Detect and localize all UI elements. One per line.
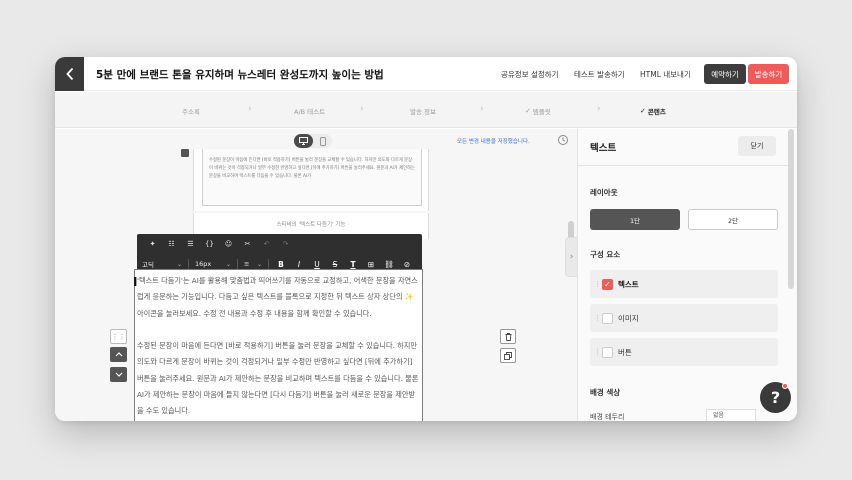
panel-collapse-button[interactable]: › xyxy=(565,237,577,277)
strikethrough-icon[interactable]: S xyxy=(326,260,344,269)
chevron-right-icon: › xyxy=(480,104,484,114)
device-toggle xyxy=(294,134,332,148)
checkbox-text[interactable]: ✓ xyxy=(602,278,613,290)
image-toolbar-icon[interactable] xyxy=(181,149,189,157)
editor-canvas: 모든 변경 내용을 저장했습니다. 수정된 문장이 마음에 든다면 [바로 적용… xyxy=(55,129,577,421)
share-settings-link[interactable]: 공유정보 설정하기 xyxy=(501,69,559,80)
component-item-image[interactable]: ⋮⋮ 이미지 xyxy=(590,304,778,332)
chevron-right-icon: › xyxy=(248,104,252,114)
drag-handle-icon[interactable]: ⋮⋮ xyxy=(110,329,127,344)
step-addressbook[interactable]: 주소록 xyxy=(182,106,200,116)
bg-color-label: 배경 색상 xyxy=(590,388,621,397)
drag-handle-icon[interactable]: ⋮⋮ xyxy=(594,314,607,322)
paragraph-2[interactable]: 수정된 문장이 마음에 든다면 [바로 적용하기] 버튼을 눌러 문장을 교체할… xyxy=(137,338,420,419)
app-window: 5분 만에 브랜드 톤을 유지하며 뉴스레터 완성도까지 높이는 방법 공유정보… xyxy=(55,57,797,421)
paragraph-1[interactable]: '텍스트 다듬기'는 AI를 활용해 맞춤법과 띄어쓰기를 자동으로 교정하고,… xyxy=(137,273,420,322)
panel-scrollbar[interactable] xyxy=(788,129,794,289)
layout-one-column-button[interactable]: 1단 xyxy=(590,209,680,230)
monitor-icon xyxy=(299,137,308,145)
drag-handle-icon[interactable]: ⋮⋮ xyxy=(594,280,607,288)
back-button[interactable] xyxy=(55,57,84,91)
trash-icon xyxy=(505,332,511,341)
screenshot-image: 수정된 문장이 마음에 든다면 [바로 적용하기] 버튼을 눌러 문장을 교체할… xyxy=(202,149,422,206)
clear-format-icon[interactable]: ✂ xyxy=(238,237,257,251)
code-icon[interactable]: {} xyxy=(200,237,219,251)
text-block[interactable]: '텍스트 다듬기'는 AI를 활용해 맞춤법과 띄어쓰기를 자동으로 교정하고,… xyxy=(134,269,423,421)
send-button[interactable]: 발송하기 xyxy=(748,64,789,84)
chevron-down-icon: ⌄ xyxy=(225,260,231,268)
chevron-down-icon: ⌄ xyxy=(256,260,262,268)
content-image-block[interactable]: 수정된 문장이 마음에 든다면 [바로 적용하기] 버튼을 눌러 문장을 교체할… xyxy=(193,149,429,211)
checkbox-image[interactable] xyxy=(602,312,613,324)
export-html-link[interactable]: HTML 내보내기 xyxy=(640,69,691,80)
table-icon[interactable]: ⊞ xyxy=(362,260,380,269)
move-down-button[interactable] xyxy=(110,367,127,382)
move-up-button[interactable] xyxy=(110,347,127,362)
bg-border-select[interactable]: 없음 xyxy=(706,409,756,421)
check-icon: ✓ xyxy=(525,107,531,115)
check-icon: ✓ xyxy=(640,107,646,115)
chevron-right-icon: › xyxy=(597,104,601,114)
page-title: 5분 만에 브랜드 톤을 유지하며 뉴스레터 완성도까지 높이는 방법 xyxy=(96,69,384,81)
step-template[interactable]: ✓ 템플릿 xyxy=(525,106,551,116)
history-icon[interactable] xyxy=(557,134,569,146)
divider xyxy=(578,165,788,166)
component-label: 텍스트 xyxy=(618,279,639,289)
layout-label: 레이아웃 xyxy=(590,188,618,197)
reserve-button[interactable]: 예약하기 xyxy=(704,64,746,84)
ordered-list-icon[interactable]: ☷ xyxy=(162,237,181,251)
bullet-list-icon[interactable]: ☰ xyxy=(181,237,200,251)
settings-panel: 텍스트 닫기 레이아웃 1단 2단 구성 요소 ⋮⋮ ✓ 텍스트 ⋮⋮ 이미지 … xyxy=(577,129,797,421)
bg-border-label: 배경 테두리 xyxy=(590,413,625,421)
layout-two-column-button[interactable]: 2단 xyxy=(688,209,778,230)
drag-handle-icon[interactable]: ⋮⋮ xyxy=(594,348,607,356)
delete-block-button[interactable] xyxy=(500,329,516,344)
autosave-status: 모든 변경 내용을 저장했습니다. xyxy=(457,139,530,145)
chevron-right-icon: › xyxy=(569,252,574,262)
text-toolbar: ✦ ☷ ☰ {} ☺ ✂ ↶ ↷ 고딕 ⌄ 16px ⌄ ≡ ⌄ B I U S T xyxy=(137,234,422,273)
mobile-view-button[interactable] xyxy=(313,134,332,148)
undo-icon[interactable]: ↶ xyxy=(257,237,276,251)
top-header: 5분 만에 브랜드 톤을 유지하며 뉴스레터 완성도까지 높이는 방법 공유정보… xyxy=(55,57,797,91)
text-block-content[interactable]: '텍스트 다듬기'는 AI를 활용해 맞춤법과 띄어쓰기를 자동으로 교정하고,… xyxy=(137,273,420,421)
component-label: 이미지 xyxy=(618,313,639,323)
components-label: 구성 요소 xyxy=(590,250,621,259)
redo-icon[interactable]: ↷ xyxy=(276,237,295,251)
component-label: 버튼 xyxy=(618,347,632,357)
step-send-info[interactable]: 발송 정보 xyxy=(410,106,436,116)
align-left-icon: ≡ xyxy=(244,260,250,268)
underline-icon[interactable]: U xyxy=(308,260,326,269)
copy-icon xyxy=(504,351,512,360)
test-send-link[interactable]: 테스트 발송하기 xyxy=(574,69,625,80)
step-content[interactable]: ✓ 콘텐츠 xyxy=(640,106,666,116)
link-icon[interactable]: ⛓ xyxy=(380,260,398,269)
chevron-left-icon xyxy=(65,67,73,81)
step-ab-test[interactable]: A/B 테스트 xyxy=(294,106,325,116)
ai-sparkle-icon[interactable]: ✦ xyxy=(143,237,162,251)
italic-icon[interactable]: I xyxy=(290,260,308,269)
checkbox-button[interactable] xyxy=(602,346,613,358)
close-panel-button[interactable]: 닫기 xyxy=(738,136,776,156)
panel-title: 텍스트 xyxy=(590,143,617,154)
text-cursor-icon: I xyxy=(133,275,138,289)
component-item-button[interactable]: ⋮⋮ 버튼 xyxy=(590,338,778,366)
desktop-view-button[interactable] xyxy=(294,134,313,148)
component-item-text[interactable]: ⋮⋮ ✓ 텍스트 xyxy=(590,270,778,298)
notification-dot xyxy=(782,383,788,389)
duplicate-block-button[interactable] xyxy=(500,348,516,363)
chevron-down-icon: ⌄ xyxy=(176,260,182,268)
chevron-right-icon: › xyxy=(360,104,364,114)
chevron-down-icon xyxy=(115,372,122,377)
thumbnail-text: 수정된 문장이 마음에 든다면 [바로 적용하기] 버튼을 눌러 문장을 교체할… xyxy=(209,158,415,179)
emoji-icon[interactable]: ☺ xyxy=(219,237,238,251)
step-navigation: 주소록 › A/B 테스트 › 발송 정보 › ✓ 템플릿 › ✓ 콘텐츠 xyxy=(55,92,797,128)
text-color-icon[interactable]: T xyxy=(344,260,362,269)
bold-icon[interactable]: B xyxy=(272,260,290,269)
unlink-icon[interactable]: ⊘ xyxy=(398,260,416,269)
chevron-up-icon xyxy=(115,352,122,357)
mobile-icon xyxy=(319,136,326,146)
